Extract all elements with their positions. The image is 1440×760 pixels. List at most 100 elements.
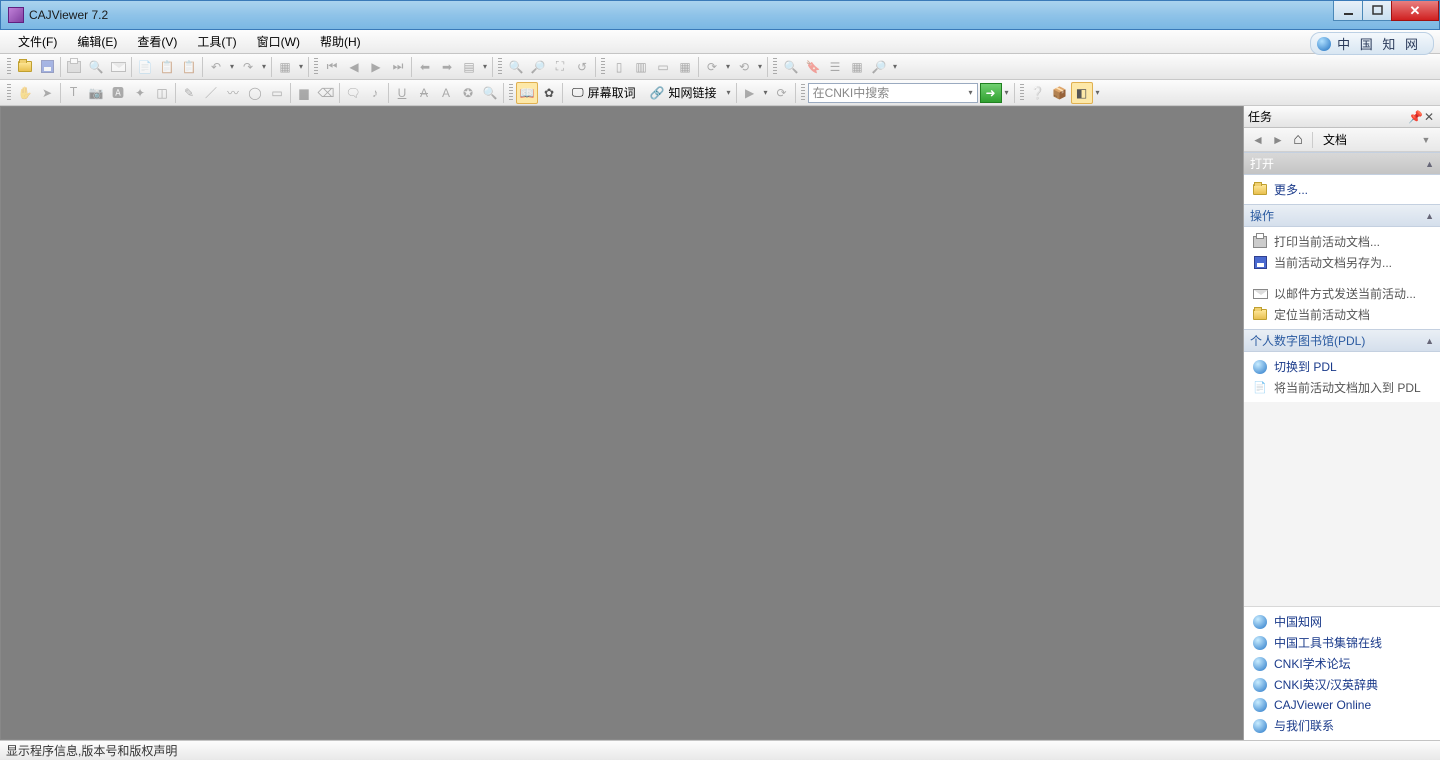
rotate-ccw-icon[interactable]: ⟲ [733, 56, 755, 78]
link-toolbook[interactable]: 中国工具书集锦在线 [1246, 632, 1438, 653]
snapshot-icon[interactable]: 📷 [85, 82, 107, 104]
pick-icon[interactable]: ✦ [129, 82, 151, 104]
menu-edit[interactable]: 编辑(E) [67, 30, 127, 53]
select-tool-icon[interactable]: ➤ [36, 82, 58, 104]
zoom-in-icon[interactable]: 🔍 [505, 56, 527, 78]
toolbar-grip[interactable] [601, 58, 605, 76]
history-reload-icon[interactable]: ⟳ [771, 82, 793, 104]
search-go-button[interactable]: ➜ [980, 83, 1002, 103]
pdl-switch-item[interactable]: 切换到 PDL [1246, 356, 1438, 377]
rect-icon[interactable]: ▭ [266, 82, 288, 104]
mail-icon[interactable] [107, 56, 129, 78]
nav-fwd-icon[interactable]: ► [1268, 130, 1288, 150]
outline-icon[interactable]: ☰ [824, 56, 846, 78]
search2-icon[interactable]: 🔎 [868, 56, 890, 78]
minimize-button[interactable] [1333, 1, 1363, 21]
section-ops-header[interactable]: 操作 ▲ [1244, 204, 1440, 227]
toolbar-grip[interactable] [773, 58, 777, 76]
toolbar-grip[interactable] [7, 58, 11, 76]
zoom-fit-icon[interactable]: ⛶ [549, 56, 571, 78]
menu-file[interactable]: 文件(F) [8, 30, 67, 53]
toolbar-grip[interactable] [498, 58, 502, 76]
history-back-icon[interactable]: ▶ [739, 82, 761, 104]
strike-icon[interactable]: A [413, 82, 435, 104]
ops-locate-item[interactable]: 定位当前活动文档 [1246, 304, 1438, 325]
magnifier-icon[interactable]: 🔍 [479, 82, 501, 104]
find-icon[interactable]: 🔍 [780, 56, 802, 78]
text-select-icon[interactable]: Ꭲ [63, 82, 85, 104]
stamp-icon[interactable]: ✪ [457, 82, 479, 104]
zoom-out-icon[interactable]: 🔎 [527, 56, 549, 78]
text-hl-icon[interactable]: A [435, 82, 457, 104]
link-online[interactable]: CAJViewer Online [1246, 695, 1438, 715]
next-page-icon[interactable]: ▶ [365, 56, 387, 78]
highlight-icon[interactable]: ▆ [293, 82, 315, 104]
menu-tools[interactable]: 工具(T) [187, 30, 246, 53]
page-facing-icon[interactable]: ▭ [652, 56, 674, 78]
toolbar-grip[interactable] [7, 84, 11, 102]
rotate-cw-icon[interactable]: ⟳ [701, 56, 723, 78]
menu-view[interactable]: 查看(V) [127, 30, 187, 53]
page-facingcont-icon[interactable]: ▦ [674, 56, 696, 78]
page-cont-icon[interactable]: ▥ [630, 56, 652, 78]
copy-icon[interactable]: 📄 [134, 56, 156, 78]
toolbar-grip[interactable] [314, 58, 318, 76]
maximize-button[interactable] [1362, 1, 1392, 21]
update-icon[interactable]: 📦 [1049, 82, 1071, 104]
help-icon[interactable]: ❔ [1027, 82, 1049, 104]
taskpane-dropdown-icon[interactable]: ▼ [1416, 130, 1436, 150]
ops-mail-item[interactable]: 以邮件方式发送当前活动... [1246, 283, 1438, 304]
search-input[interactable]: 在CNKI中搜索 ▾ [808, 83, 978, 103]
page-single-icon[interactable]: ▯ [608, 56, 630, 78]
ops-saveas-item[interactable]: 当前活动文档另存为... [1246, 252, 1438, 273]
ellipse-icon[interactable]: ◯ [244, 82, 266, 104]
redo-icon[interactable]: ↷ [237, 56, 259, 78]
thumbnails-icon[interactable]: ▦ [846, 56, 868, 78]
open-icon[interactable] [14, 56, 36, 78]
undo-icon[interactable]: ↶ [205, 56, 227, 78]
link-cnki[interactable]: 中国知网 [1246, 611, 1438, 632]
link-dict[interactable]: CNKI英汉/汉英辞典 [1246, 674, 1438, 695]
dict-settings-icon[interactable]: ✿ [538, 82, 560, 104]
hand-tool-icon[interactable]: ✋ [14, 82, 36, 104]
menu-window[interactable]: 窗口(W) [247, 30, 310, 53]
section-open-header[interactable]: 打开 ▲ [1244, 152, 1440, 175]
toolbar-grip[interactable] [801, 84, 805, 102]
clipboard-icon[interactable]: 📋 [178, 56, 200, 78]
zoom-reset-icon[interactable]: ↺ [571, 56, 593, 78]
prev-page-icon[interactable]: ◀ [343, 56, 365, 78]
underline-icon[interactable]: U [391, 82, 413, 104]
toolbar-grip[interactable] [509, 84, 513, 102]
area-icon[interactable]: ◫ [151, 82, 173, 104]
brand-badge[interactable]: 中 国 知 网 [1310, 32, 1434, 55]
curve-icon[interactable]: 〰 [222, 82, 244, 104]
menu-help[interactable]: 帮助(H) [310, 30, 371, 53]
document-canvas[interactable] [0, 106, 1243, 740]
pencil-icon[interactable]: ✎ [178, 82, 200, 104]
line-icon[interactable]: ／ [200, 82, 222, 104]
open-more-item[interactable]: 更多... [1246, 179, 1438, 200]
section-pdl-header[interactable]: 个人数字图书馆(PDL) ▲ [1244, 329, 1440, 352]
print-icon[interactable] [63, 56, 85, 78]
home-icon[interactable] [1288, 130, 1308, 150]
layout-icon[interactable]: ▦ [274, 56, 296, 78]
nav-menu-icon[interactable]: ▤ [458, 56, 480, 78]
toolbar-grip[interactable] [1020, 84, 1024, 102]
save-icon[interactable] [36, 56, 58, 78]
last-page-icon[interactable]: ⏭ [387, 56, 409, 78]
taskpane-doc-tab[interactable]: 文档 [1323, 131, 1347, 148]
note-icon[interactable]: 🗨 [342, 82, 364, 104]
dict-toggle-icon[interactable]: 📖 [516, 82, 538, 104]
link-contact[interactable]: 与我们联系 [1246, 715, 1438, 736]
ocr-icon[interactable]: 🅰 [107, 82, 129, 104]
nav-back-icon[interactable]: ◄ [1248, 130, 1268, 150]
link-forum[interactable]: CNKI学术论坛 [1246, 653, 1438, 674]
pdl-add-item[interactable]: 📄 将当前活动文档加入到 PDL [1246, 377, 1438, 398]
close-button[interactable]: ✕ [1391, 1, 1439, 21]
paste-icon[interactable]: 📋 [156, 56, 178, 78]
pin-icon[interactable]: 📌 [1408, 110, 1422, 124]
nav-back-icon[interactable]: ⬅ [414, 56, 436, 78]
audio-icon[interactable]: ♪ [364, 82, 386, 104]
eraser-icon[interactable]: ⌫ [315, 82, 337, 104]
nav-forward-icon[interactable]: ➡ [436, 56, 458, 78]
